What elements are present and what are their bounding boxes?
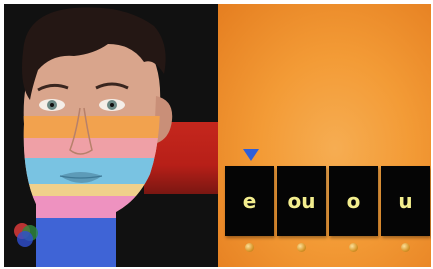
stripe-magenta	[23, 196, 161, 218]
stripe-pink	[23, 138, 161, 158]
app-screen: e ou o u	[4, 4, 431, 267]
tile-label: e	[242, 189, 257, 213]
peg-icon	[297, 243, 306, 252]
tile-o[interactable]: o	[329, 166, 378, 236]
stripe-cyan	[23, 158, 161, 184]
tile-ou[interactable]: ou	[277, 166, 326, 236]
rgb-circles-logo	[14, 223, 38, 247]
tile-label: ou	[287, 189, 316, 213]
peg-icon	[401, 243, 410, 252]
tile-e[interactable]: e	[225, 166, 274, 236]
peg-icon	[349, 243, 358, 252]
tile-label: u	[398, 189, 413, 213]
stripe-yellow	[23, 184, 161, 196]
peg-icon	[245, 243, 254, 252]
tile-label: o	[346, 189, 361, 213]
stripe-orange	[23, 116, 161, 138]
tile-u[interactable]: u	[381, 166, 430, 236]
down-triangle-icon	[243, 149, 259, 161]
